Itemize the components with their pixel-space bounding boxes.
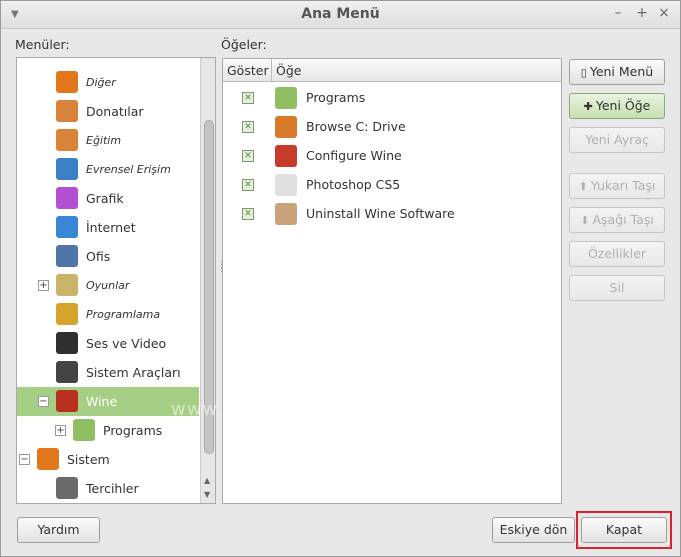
- list-item[interactable]: ✕ Browse C: Drive: [223, 112, 561, 141]
- tree-item[interactable]: İnternet: [17, 213, 199, 242]
- list-item[interactable]: ✕ Configure Wine: [223, 141, 561, 170]
- tree-item[interactable]: Diğer: [17, 68, 199, 97]
- show-checkbox[interactable]: ✕: [242, 208, 254, 220]
- multimedia-icon: [56, 332, 78, 354]
- tree-item[interactable]: Donatılar: [17, 97, 199, 126]
- new-separator-button[interactable]: Yeni Ayraç: [569, 127, 665, 153]
- tree-item-label: Sistem: [67, 452, 110, 467]
- revert-button[interactable]: Eskiye dön: [492, 517, 575, 543]
- uninstall-icon: [275, 203, 297, 225]
- accessibility-icon: [56, 158, 78, 180]
- tree-item-label: Evrensel Erişim: [86, 163, 171, 176]
- items-list[interactable]: Göster Öğe ✕ Programs ✕ Browse C: Drive ✕ Con…: [222, 58, 562, 504]
- properties-button[interactable]: Özellikler: [569, 241, 665, 267]
- internet-icon: [56, 216, 78, 238]
- tree-item[interactable]: − Sistem: [17, 445, 199, 474]
- list-item-label: Uninstall Wine Software: [306, 206, 455, 221]
- delete-button[interactable]: Sil: [569, 275, 665, 301]
- browse-drive-icon: [275, 116, 297, 138]
- preferences-icon: [56, 477, 78, 499]
- collapse-icon[interactable]: −: [38, 396, 49, 407]
- games-icon: [56, 274, 78, 296]
- new-menu-icon: ▯: [580, 66, 587, 79]
- new-item-button[interactable]: ✚ Yeni Öğe: [569, 93, 665, 119]
- window-title: Ana Menü: [301, 6, 380, 22]
- tree-item-label: Eğitim: [86, 134, 122, 147]
- tree-item[interactable]: Ofis: [17, 242, 199, 271]
- maximize-icon[interactable]: +: [634, 5, 650, 21]
- watermark: www.ipucumu.com: [171, 399, 357, 420]
- tree-item[interactable]: + Oyunlar: [17, 271, 199, 300]
- arrow-up-icon: ⬆: [578, 180, 588, 193]
- tree-item[interactable]: Grafik: [17, 184, 199, 213]
- new-menu-button[interactable]: ▯ Yeni Menü: [569, 59, 665, 85]
- tree-item-label: Oyunlar: [86, 279, 130, 292]
- main-menu-window: ▼ Ana Menü – + × Menüler: Öğeler: ▲ ▼ Di…: [0, 0, 681, 557]
- tree-item[interactable]: + Programs: [17, 416, 199, 445]
- list-item-label: Programs: [306, 90, 366, 105]
- tree-item-label: Tercihler: [86, 481, 139, 496]
- office-icon: [56, 245, 78, 267]
- move-up-button[interactable]: ⬆ Yukarı Taşı: [569, 173, 665, 199]
- accessories-icon: [56, 100, 78, 122]
- list-item[interactable]: ✕ Uninstall Wine Software: [223, 199, 561, 228]
- title-bar: ▼ Ana Menü – + ×: [1, 1, 680, 29]
- show-checkbox[interactable]: ✕: [242, 179, 254, 191]
- help-button[interactable]: Yardım: [17, 517, 100, 543]
- other-icon: [56, 71, 78, 93]
- list-item-label: Browse C: Drive: [306, 119, 406, 134]
- tree-item-label: Ofis: [86, 249, 111, 264]
- tree-item-label: İnternet: [86, 220, 136, 235]
- tree-item-label: Donatılar: [86, 104, 144, 119]
- education-icon: [56, 129, 78, 151]
- tree-item[interactable]: Evrensel Erişim: [17, 155, 199, 184]
- photoshop-icon: [275, 174, 297, 196]
- tree-item[interactable]: Sistem Araçları: [17, 358, 199, 387]
- show-checkbox[interactable]: ✕: [242, 92, 254, 104]
- list-item[interactable]: ✕ Photoshop CS5: [223, 170, 561, 199]
- items-label: Öğeler:: [221, 37, 267, 52]
- close-button[interactable]: Kapat: [581, 517, 667, 543]
- close-window-icon[interactable]: ×: [656, 5, 672, 21]
- tree-item-label: Sistem Araçları: [86, 365, 181, 380]
- move-down-button[interactable]: ⬇ Aşağı Taşı: [569, 207, 665, 233]
- tree-item-label: Grafik: [86, 191, 124, 206]
- list-item-label: Photoshop CS5: [306, 177, 401, 192]
- scroll-down-icon[interactable]: ▼: [204, 490, 210, 499]
- tree-item-label: Ses ve Video: [86, 336, 167, 351]
- tree-item-label: Programs: [103, 423, 163, 438]
- system-icon: [37, 448, 59, 470]
- list-item[interactable]: ✕ Programs: [223, 83, 561, 112]
- graphics-icon: [56, 187, 78, 209]
- folder-icon: [73, 419, 95, 441]
- tree-item[interactable]: Ses ve Video: [17, 329, 199, 358]
- show-checkbox[interactable]: ✕: [242, 150, 254, 162]
- folder-icon: [275, 87, 297, 109]
- arrow-down-icon: ⬇: [580, 214, 590, 227]
- menus-label: Menüler:: [15, 37, 70, 52]
- tree-item-label: Diğer: [86, 76, 116, 89]
- show-checkbox[interactable]: ✕: [242, 121, 254, 133]
- tree-item[interactable]: Eğitim: [17, 126, 199, 155]
- programming-icon: [56, 303, 78, 325]
- expand-icon[interactable]: +: [38, 280, 49, 291]
- column-show[interactable]: Göster: [227, 63, 269, 78]
- scroll-up-icon[interactable]: ▲: [204, 476, 210, 485]
- list-item-label: Configure Wine: [306, 148, 402, 163]
- expand-icon[interactable]: +: [55, 425, 66, 436]
- tree-item[interactable]: Programlama: [17, 300, 199, 329]
- tree-scrollbar[interactable]: ▲ ▼: [200, 58, 215, 503]
- configure-wine-icon: [275, 145, 297, 167]
- list-header: Göster Öğe: [223, 59, 561, 82]
- minimize-icon[interactable]: –: [610, 5, 626, 21]
- tree-item[interactable]: Tercihler: [17, 474, 199, 503]
- tree-item-label: Wine: [86, 394, 118, 409]
- collapse-icon[interactable]: −: [19, 454, 30, 465]
- tree-item-label: Programlama: [86, 308, 161, 321]
- column-item[interactable]: Öğe: [276, 63, 301, 78]
- plus-icon: ✚: [583, 100, 593, 113]
- menu-tree[interactable]: ▲ ▼ Diğer Donatılar Eğitim Evrensel Erişim G…: [16, 57, 216, 504]
- wine-icon: [56, 390, 78, 412]
- system-tools-icon: [56, 361, 78, 383]
